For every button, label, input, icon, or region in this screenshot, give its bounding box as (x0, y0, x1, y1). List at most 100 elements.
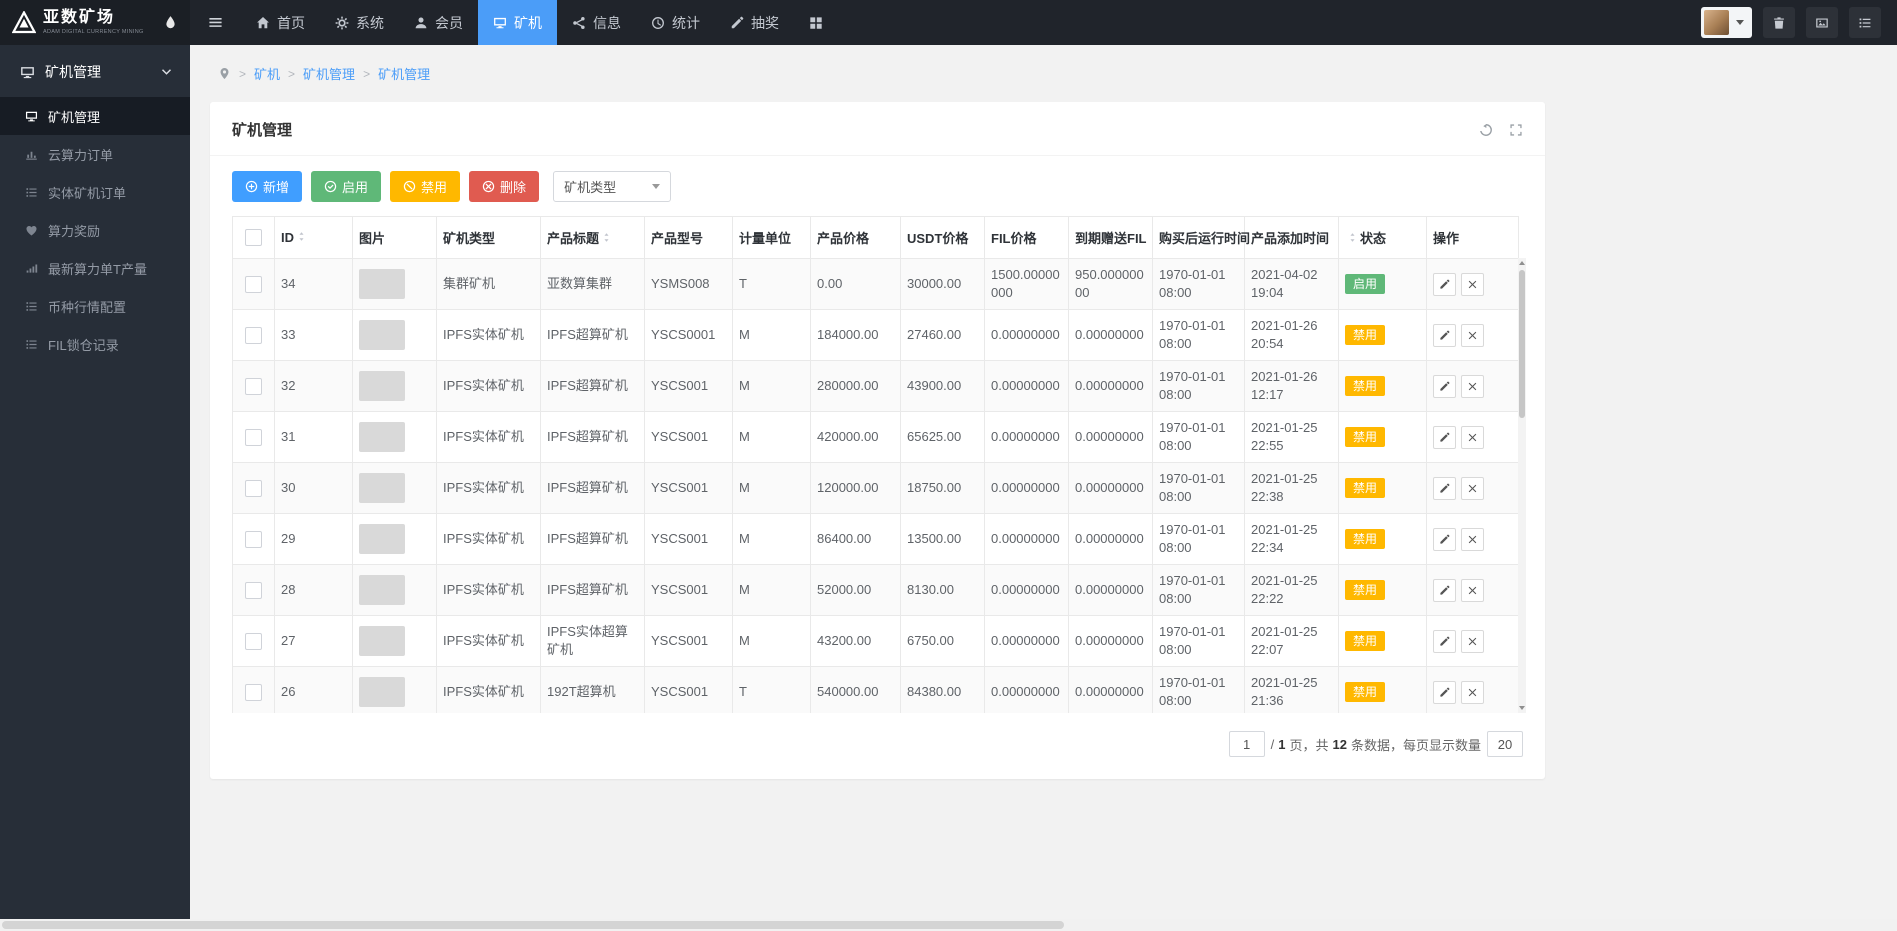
delete-row-button[interactable] (1461, 273, 1484, 296)
status-badge: 禁用 (1345, 682, 1385, 702)
edit-button[interactable] (1433, 528, 1456, 551)
cell-runtime: 1970-01-01 08:00 (1153, 310, 1245, 361)
cell-usdt: 43900.00 (901, 361, 985, 412)
edit-button[interactable] (1433, 630, 1456, 653)
sidebar-item-label: 云算力订单 (48, 145, 113, 164)
list-button[interactable] (1849, 7, 1881, 38)
nav-item-home[interactable]: 首页 (241, 0, 320, 45)
edit-button[interactable] (1433, 681, 1456, 704)
product-image (359, 677, 405, 707)
row-checkbox[interactable] (245, 684, 262, 701)
delete-row-button[interactable] (1461, 579, 1484, 602)
col-header[interactable]: ID (275, 217, 353, 259)
table-row: 31IPFS实体矿机IPFS超算矿机YSCS001M420000.0065625… (233, 412, 1519, 463)
nav-item-lottery[interactable]: 抽奖 (715, 0, 794, 45)
nav-item-info[interactable]: 信息 (557, 0, 636, 45)
sidebar-item-2[interactable]: 实体矿机订单 (0, 173, 190, 211)
nav-item-member[interactable]: 会员 (399, 0, 478, 45)
row-checkbox[interactable] (245, 429, 262, 446)
product-image (359, 524, 405, 554)
row-checkbox[interactable] (245, 582, 262, 599)
delete-row-button[interactable] (1461, 630, 1484, 653)
page-input[interactable] (1229, 731, 1265, 757)
cell-title: IPFS超算矿机 (541, 463, 645, 514)
row-checkbox[interactable] (245, 531, 262, 548)
delete-row-button[interactable] (1461, 477, 1484, 500)
enable-button[interactable]: 启用 (311, 171, 381, 202)
cell-type: 集群矿机 (437, 259, 541, 310)
user-menu[interactable] (1701, 7, 1752, 38)
disable-button[interactable]: 禁用 (390, 171, 460, 202)
nav-item-miner[interactable]: 矿机 (478, 0, 557, 45)
brand-logo[interactable]: 亚数矿场 ADAM DIGITAL CURRENCY MINING (0, 0, 190, 45)
delete-row-button[interactable] (1461, 426, 1484, 449)
breadcrumb-link[interactable]: 矿机管理 (303, 64, 355, 83)
cell-checkbox (233, 259, 275, 310)
x-icon (1467, 330, 1478, 341)
cell-usdt: 65625.00 (901, 412, 985, 463)
cell-type: IPFS实体矿机 (437, 514, 541, 565)
toolbar-buttons: 新增启用禁用删除 (232, 171, 539, 202)
sidebar-item-0[interactable]: 矿机管理 (0, 97, 190, 135)
delete-button[interactable]: 删除 (469, 171, 539, 202)
cell-type: IPFS实体矿机 (437, 412, 541, 463)
cell-checkbox (233, 616, 275, 667)
delete-row-button[interactable] (1461, 528, 1484, 551)
cell-image (353, 565, 437, 616)
breadcrumb-link[interactable]: 矿机管理 (378, 64, 430, 83)
refresh-icon[interactable] (1479, 123, 1493, 137)
image-icon (1815, 16, 1829, 30)
scroll-down-arrow[interactable] (1518, 703, 1526, 713)
sidebar-item-3[interactable]: 算力奖励 (0, 211, 190, 249)
col-header[interactable]: 状态 (1339, 217, 1427, 259)
heart-icon (25, 224, 38, 237)
edit-button[interactable] (1433, 273, 1456, 296)
edit-button[interactable] (1433, 426, 1456, 449)
expand-icon[interactable] (1509, 123, 1523, 137)
delete-row-button[interactable] (1461, 375, 1484, 398)
nav-item-system[interactable]: 系统 (320, 0, 399, 45)
table-scrollbar[interactable] (1518, 258, 1526, 713)
cell-model: YSCS001 (645, 565, 733, 616)
row-checkbox[interactable] (245, 378, 262, 395)
row-checkbox[interactable] (245, 633, 262, 650)
edit-button[interactable] (1433, 579, 1456, 602)
nav-item-label: 系统 (356, 13, 384, 33)
delete-row-button[interactable] (1461, 681, 1484, 704)
nav-item-apps[interactable] (794, 0, 838, 45)
delete-row-button[interactable] (1461, 324, 1484, 347)
edit-button[interactable] (1433, 324, 1456, 347)
horizontal-scrollbar[interactable] (0, 919, 1897, 931)
trash-button[interactable] (1763, 7, 1795, 38)
scroll-up-arrow[interactable] (1518, 258, 1526, 268)
sidebar-item-1[interactable]: 云算力订单 (0, 135, 190, 173)
sidebar-item-5[interactable]: 币种行情配置 (0, 287, 190, 325)
horizontal-scroll-thumb[interactable] (2, 921, 1064, 929)
select-all-checkbox[interactable] (245, 229, 262, 246)
miner-type-select[interactable]: 矿机类型 (553, 171, 671, 202)
cell-type: IPFS实体矿机 (437, 463, 541, 514)
col-header-label: 到期赠送FIL (1075, 231, 1147, 246)
page-size-input[interactable] (1487, 731, 1523, 757)
col-header[interactable]: 产品标题 (541, 217, 645, 259)
add-button[interactable]: 新增 (232, 171, 302, 202)
ban-circle-icon (403, 180, 416, 193)
breadcrumb-link[interactable]: 矿机 (254, 64, 280, 83)
sidebar-item-4[interactable]: 最新算力单T产量 (0, 249, 190, 287)
scroll-thumb[interactable] (1519, 270, 1525, 418)
nav-item-stats[interactable]: 统计 (636, 0, 715, 45)
cell-id: 33 (275, 310, 353, 361)
topnav-items: 首页 系统会员矿机信息统计抽奖 (241, 0, 838, 45)
row-checkbox[interactable] (245, 327, 262, 344)
edit-button[interactable] (1433, 477, 1456, 500)
breadcrumb-separator: > (239, 67, 246, 81)
row-checkbox[interactable] (245, 480, 262, 497)
cell-unit: M (733, 565, 811, 616)
row-checkbox[interactable] (245, 276, 262, 293)
edit-button[interactable] (1433, 375, 1456, 398)
x-icon (1467, 432, 1478, 443)
menu-toggle-button[interactable] (190, 0, 241, 45)
image-button[interactable] (1806, 7, 1838, 38)
sidebar-header[interactable]: 矿机管理 (0, 45, 190, 97)
sidebar-item-6[interactable]: FIL锁仓记录 (0, 325, 190, 363)
